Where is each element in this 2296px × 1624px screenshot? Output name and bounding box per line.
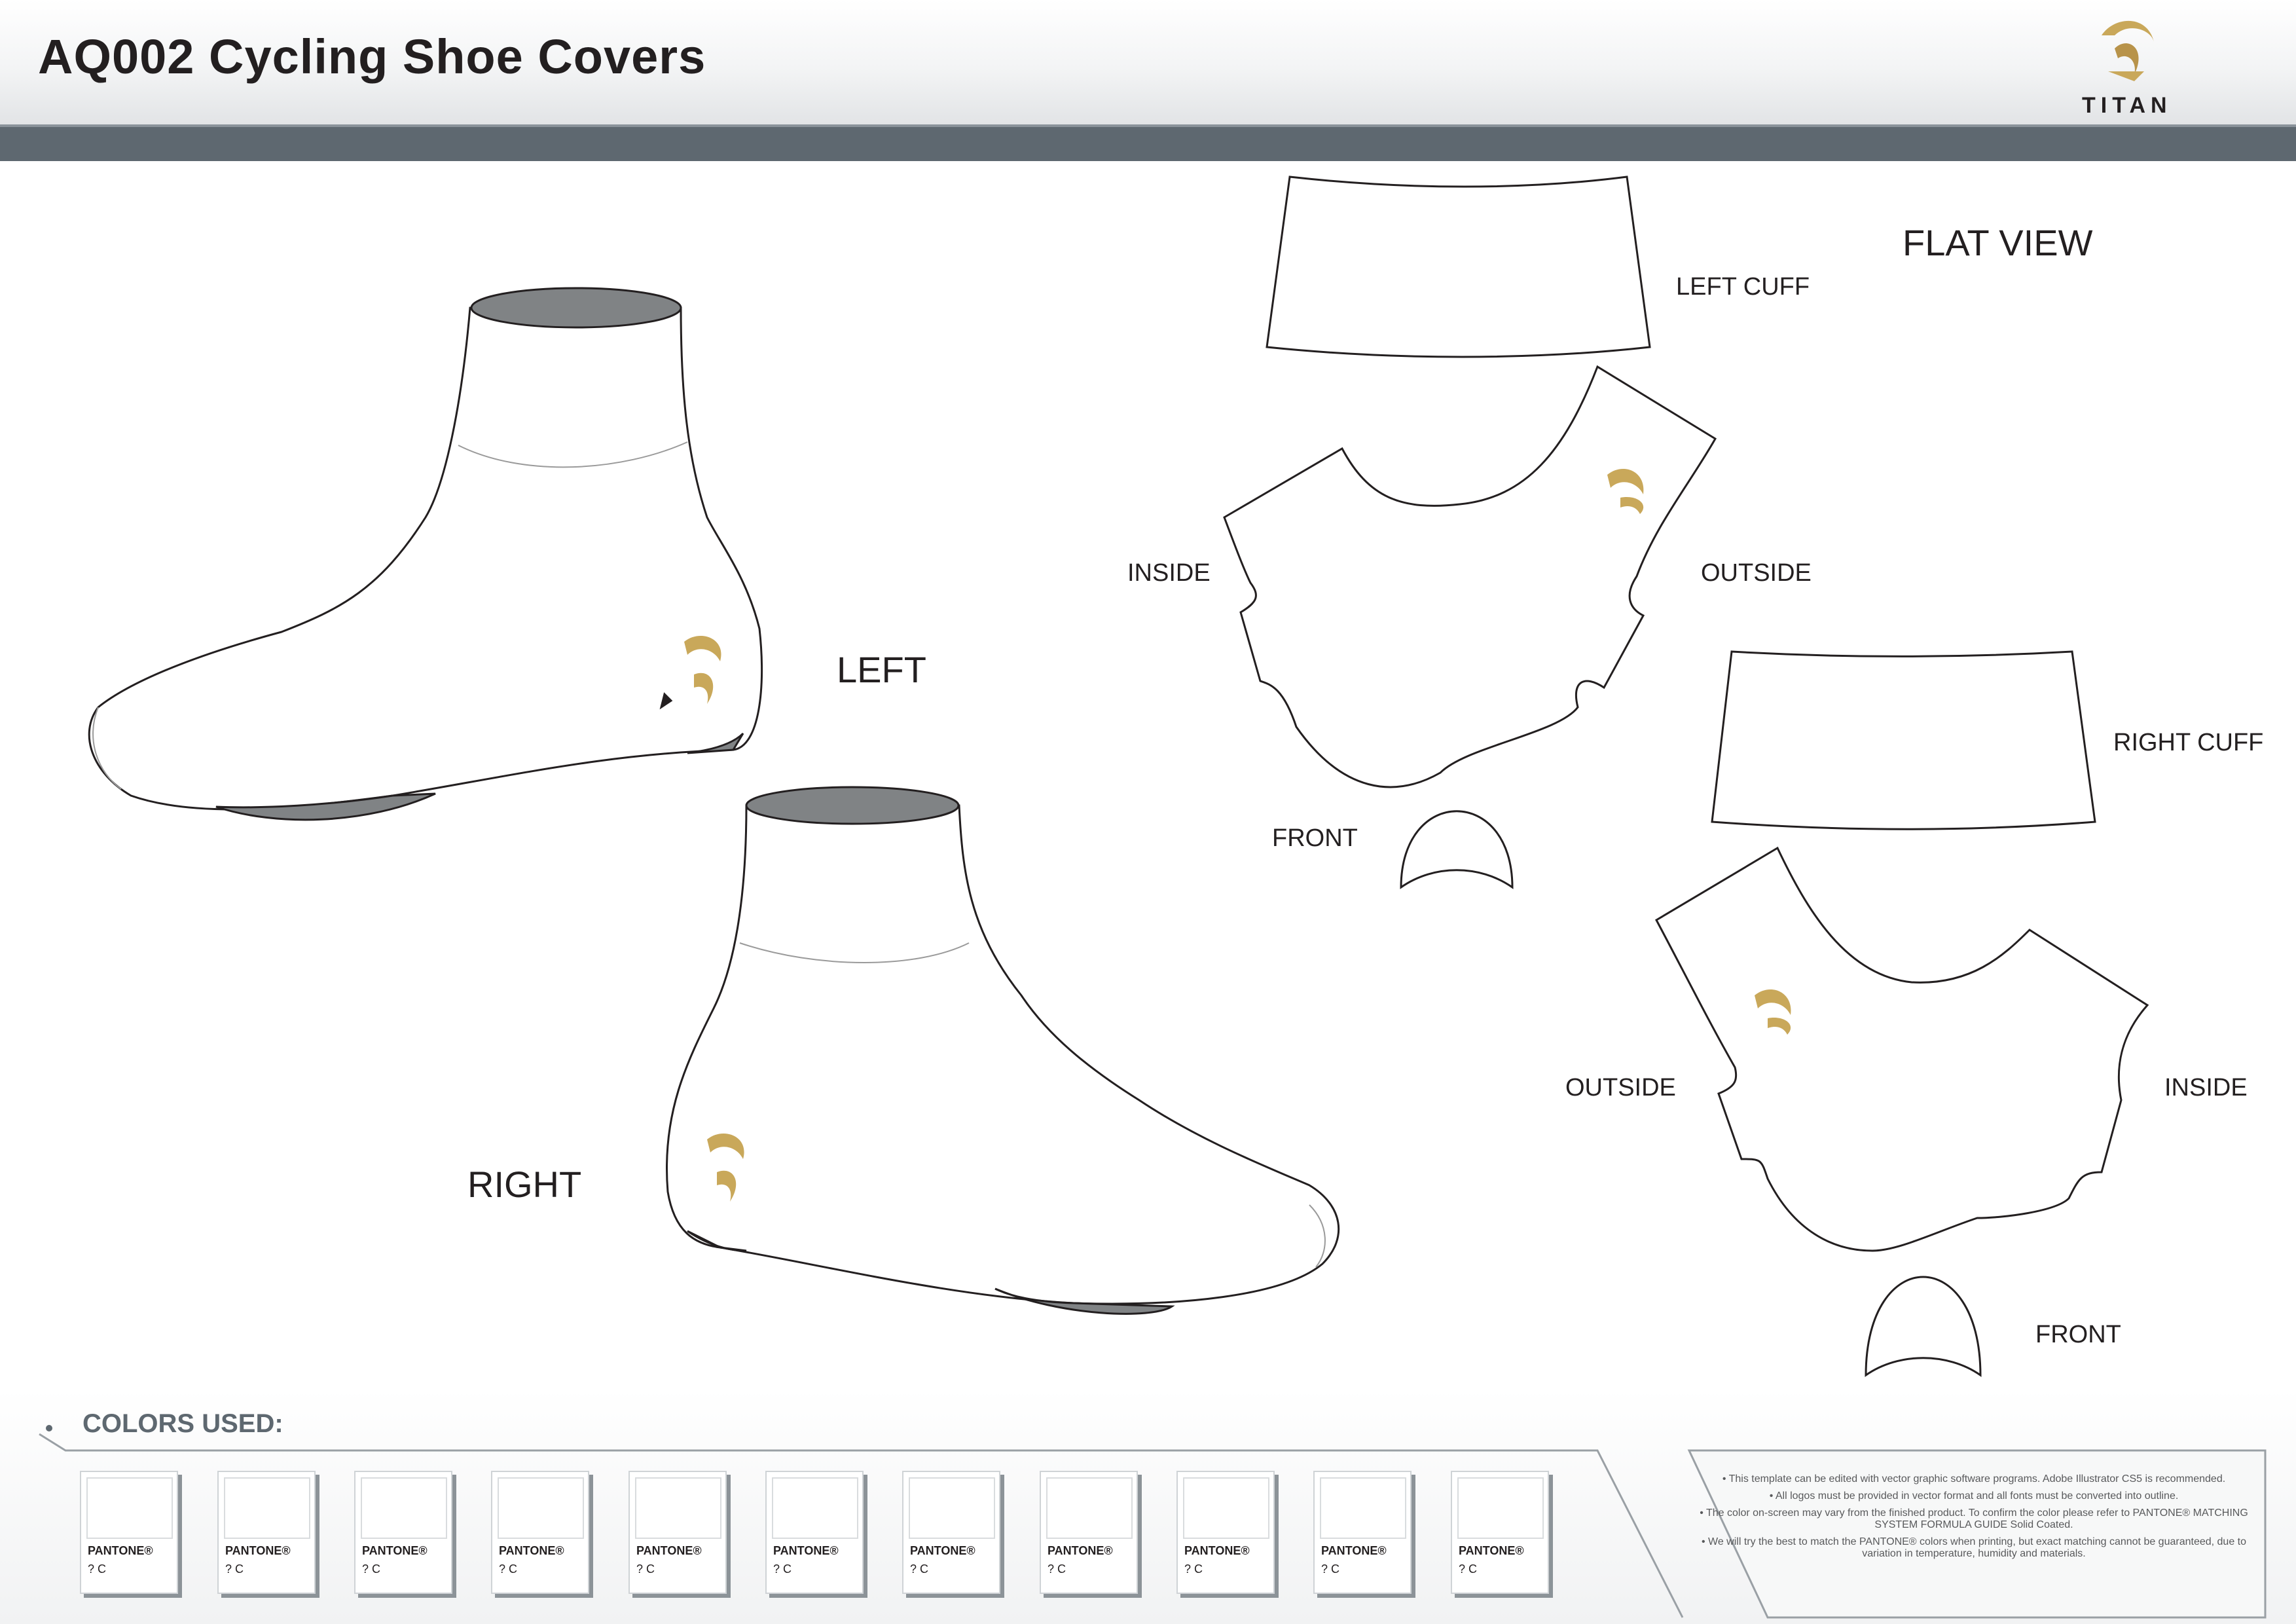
swatch-color (86, 1477, 173, 1539)
swatch-brand: PANTONE® (499, 1544, 564, 1557)
swatch-code: ? C (1184, 1562, 1203, 1576)
swatch-code: ? C (1048, 1562, 1066, 1576)
swatch-brand: PANTONE® (910, 1544, 975, 1557)
swatch-brand: PANTONE® (88, 1544, 153, 1557)
swatch-color (224, 1477, 310, 1539)
swatch-color (498, 1477, 584, 1539)
swatch-code: ? C (499, 1562, 518, 1576)
swatch-code: ? C (773, 1562, 792, 1576)
note-item: • We will try the best to match the PANT… (1701, 1536, 2247, 1559)
template-notes: • This template can be edited with vecto… (1689, 1473, 2259, 1565)
swatch-code: ? C (910, 1562, 929, 1576)
swatch-color (1320, 1477, 1406, 1539)
swatch-brand: PANTONE® (773, 1544, 839, 1557)
pantone-swatch: PANTONE® ? C (491, 1471, 589, 1594)
swatch-color (635, 1477, 721, 1539)
swatch-brand: PANTONE® (225, 1544, 291, 1557)
pantone-swatch: PANTONE® ? C (1176, 1471, 1275, 1594)
pantone-swatch: PANTONE® ? C (1040, 1471, 1138, 1594)
swatch-code: ? C (362, 1562, 381, 1576)
note-item: • This template can be edited with vecto… (1722, 1473, 2226, 1485)
swatch-brand: PANTONE® (1459, 1544, 1524, 1557)
pantone-swatch: PANTONE® ? C (765, 1471, 864, 1594)
pantone-swatch: PANTONE® ? C (1451, 1471, 1549, 1594)
bullet-dot (46, 1425, 52, 1431)
pantone-swatch: PANTONE® ? C (354, 1471, 452, 1594)
swatch-brand: PANTONE® (636, 1544, 702, 1557)
pantone-swatch: PANTONE® ? C (80, 1471, 178, 1594)
swatch-code: ? C (1459, 1562, 1478, 1576)
swatch-brand: PANTONE® (1048, 1544, 1113, 1557)
pantone-swatch: PANTONE® ? C (217, 1471, 316, 1594)
swatch-brand: PANTONE® (1184, 1544, 1250, 1557)
footer-lines (39, 1433, 2267, 1619)
swatch-code: ? C (88, 1562, 107, 1576)
swatch-code: ? C (1321, 1562, 1340, 1576)
swatch-color (909, 1477, 995, 1539)
pantone-swatch: PANTONE® ? C (1313, 1471, 1412, 1594)
swatch-code: ? C (225, 1562, 244, 1576)
swatch-color (361, 1477, 447, 1539)
colors-used-title: COLORS USED: (82, 1409, 283, 1438)
swatch-color (1183, 1477, 1269, 1539)
swatch-brand: PANTONE® (362, 1544, 428, 1557)
swatch-brand: PANTONE® (1321, 1544, 1387, 1557)
note-item: • All logos must be provided in vector f… (1769, 1490, 2179, 1502)
pantone-swatch: PANTONE® ? C (629, 1471, 727, 1594)
swatch-color (1457, 1477, 1544, 1539)
swatch-code: ? C (636, 1562, 655, 1576)
swatch-color (1046, 1477, 1133, 1539)
swatch-color (772, 1477, 858, 1539)
pantone-swatch: PANTONE® ? C (902, 1471, 1000, 1594)
note-item: • The color on-screen may vary from the … (1700, 1507, 2248, 1530)
